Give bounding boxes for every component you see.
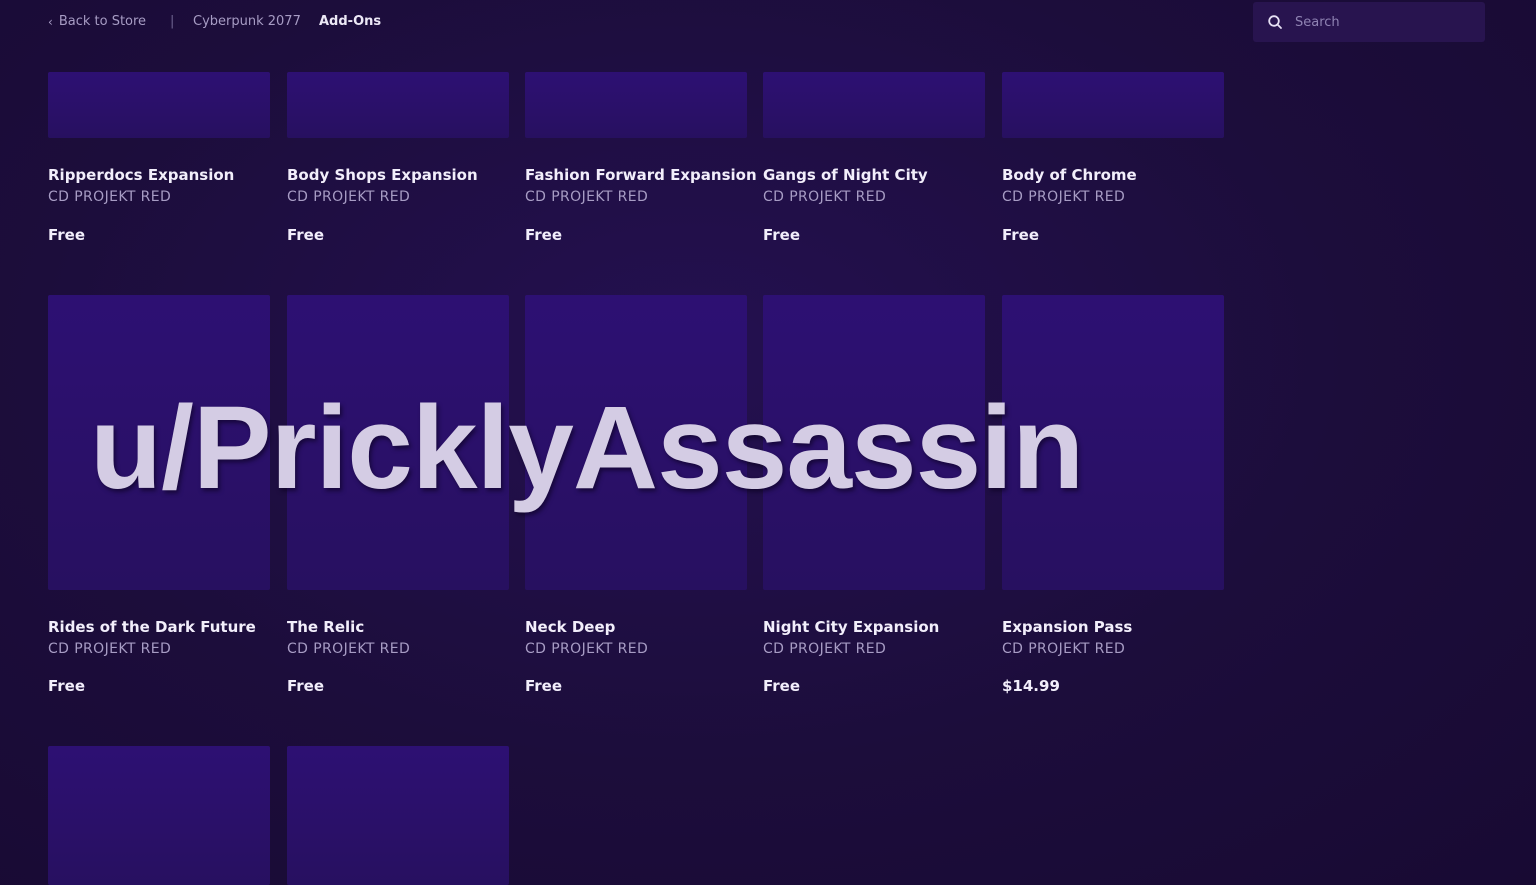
addon-price: Free (525, 226, 563, 244)
back-to-store-label: Back to Store (58, 14, 147, 29)
addon-price: Free (48, 226, 86, 244)
addon-thumbnail[interactable] (287, 72, 509, 138)
addon-thumbnail[interactable] (1002, 295, 1224, 590)
addon-price: $14.99 (1002, 677, 1060, 695)
addon-price: Free (525, 677, 563, 695)
addon-price: Free (1002, 226, 1040, 244)
addon-title[interactable]: Body of Chrome (1002, 166, 1137, 184)
search-box[interactable] (1253, 2, 1485, 42)
addon-developer: CD PROJEKT RED (287, 641, 411, 657)
addon-developer: CD PROJEKT RED (48, 189, 172, 205)
top-nav-bar: ‹ Back to Store | Cyberpunk 2077 Add-Ons (0, 0, 1536, 44)
breadcrumb-current-page: Add-Ons (319, 14, 382, 29)
addon-title[interactable]: Ripperdocs Expansion (48, 166, 234, 184)
addon-title[interactable]: The Relic (287, 618, 364, 636)
addon-thumbnail[interactable] (287, 746, 509, 885)
addon-thumbnail[interactable] (763, 72, 985, 138)
addon-price: Free (48, 677, 86, 695)
addon-thumbnail[interactable] (763, 295, 985, 590)
addon-price: Free (763, 226, 801, 244)
addon-title[interactable]: Fashion Forward Expansion (525, 166, 757, 184)
addon-thumbnail[interactable] (48, 746, 270, 885)
addon-price: Free (763, 677, 801, 695)
search-icon (1268, 15, 1282, 29)
addon-developer: CD PROJEKT RED (287, 189, 411, 205)
addon-title[interactable]: Neck Deep (525, 618, 615, 636)
addon-title[interactable]: Expansion Pass (1002, 618, 1132, 636)
breadcrumb-separator: | (170, 14, 175, 29)
addon-price: Free (287, 677, 325, 695)
search-input[interactable] (1295, 12, 1475, 32)
addon-developer: CD PROJEKT RED (525, 641, 649, 657)
addon-title[interactable]: Gangs of Night City (763, 166, 928, 184)
addon-developer: CD PROJEKT RED (525, 189, 649, 205)
back-to-store-link[interactable]: ‹ Back to Store (48, 14, 146, 29)
addon-title[interactable]: Body Shops Expansion (287, 166, 478, 184)
addon-developer: CD PROJEKT RED (763, 641, 887, 657)
addon-title[interactable]: Night City Expansion (763, 618, 939, 636)
addon-developer: CD PROJEKT RED (1002, 641, 1126, 657)
addon-title[interactable]: Rides of the Dark Future (48, 618, 256, 636)
chevron-left-icon: ‹ (48, 14, 53, 29)
addon-developer: CD PROJEKT RED (48, 641, 172, 657)
addon-thumbnail[interactable] (525, 72, 747, 138)
addon-thumbnail[interactable] (287, 295, 509, 590)
addon-thumbnail[interactable] (525, 295, 747, 590)
breadcrumb-game-link[interactable]: Cyberpunk 2077 (193, 14, 301, 29)
addon-price: Free (287, 226, 325, 244)
addon-thumbnail[interactable] (48, 295, 270, 590)
addon-developer: CD PROJEKT RED (1002, 189, 1126, 205)
addon-thumbnail[interactable] (1002, 72, 1224, 138)
store-page: ‹ Back to Store | Cyberpunk 2077 Add-Ons… (0, 0, 1536, 885)
addon-developer: CD PROJEKT RED (763, 189, 887, 205)
addon-thumbnail[interactable] (48, 72, 270, 138)
